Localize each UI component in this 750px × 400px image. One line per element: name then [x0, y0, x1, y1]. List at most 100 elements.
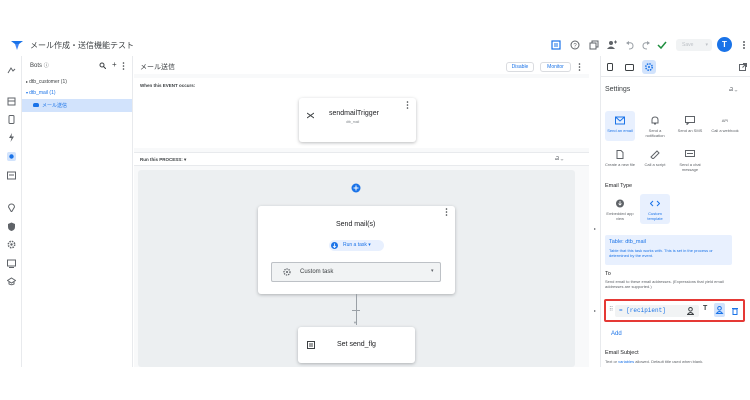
panel-collapse-icon[interactable]: ▸ [594, 226, 596, 231]
action-send-email[interactable]: Send an email [605, 111, 635, 141]
person-icon[interactable] [687, 307, 694, 315]
table-label: Table: dtb_mail [609, 239, 646, 245]
text-type-icon[interactable]: T [703, 305, 707, 312]
event-more-icon[interactable] [406, 101, 409, 109]
bot-icon [33, 103, 39, 107]
variables-link[interactable]: variables [618, 359, 634, 364]
email-type-embedded[interactable]: Embedded app view [605, 194, 635, 224]
action-send-notification[interactable]: Send a notification [640, 111, 670, 141]
views-icon[interactable] [7, 115, 16, 124]
appsheet-logo-icon[interactable] [11, 40, 23, 51]
copy-icon[interactable] [589, 40, 599, 50]
action-label: Send a chat message [679, 162, 701, 172]
location-icon[interactable] [7, 203, 16, 212]
tree-item-label: dtb_customer (1) [29, 79, 67, 85]
action-call-webhook[interactable]: API Call a webhook [710, 111, 740, 141]
email-type-option-label: Custom template [647, 211, 663, 221]
connector-arrow-icon: ▼ [353, 320, 357, 325]
info-icon[interactable]: ⓘ [44, 63, 49, 69]
more-vert-icon[interactable] [739, 40, 749, 50]
security-icon[interactable] [7, 222, 16, 231]
bots-title: Bots ⓘ [30, 62, 49, 69]
automation-icon[interactable] [7, 152, 16, 161]
open-external-icon[interactable] [739, 63, 747, 71]
select-chevron-icon: ▾ [431, 268, 434, 274]
process-language-icon[interactable]: Ꮚ ⌄ [555, 156, 563, 162]
panel-divider [600, 76, 750, 77]
table-view-icon[interactable] [551, 40, 561, 50]
share-user-icon[interactable] [607, 40, 617, 50]
tree-item-dtb-customer[interactable]: ▸ dtb_customer (1) [26, 79, 67, 85]
intelligence-icon[interactable] [7, 171, 16, 180]
table-desc: Table that this task works with. This is… [609, 248, 713, 258]
save-dropdown-chevron-icon: ▾ [705, 42, 708, 48]
step-title: Send mail(s) [336, 221, 376, 228]
data-icon[interactable] [7, 97, 16, 106]
process-header[interactable]: Run this PROCESS: ▾ [140, 157, 186, 163]
phone-view-icon[interactable] [607, 63, 613, 71]
settings-gear-icon[interactable] [7, 240, 16, 249]
settings-language-icon[interactable]: Ꮚ ⌄ [729, 87, 737, 93]
page-title: メール送信 [140, 64, 175, 71]
center-more-icon[interactable] [578, 63, 581, 71]
action-label: Call a webhook [711, 128, 739, 133]
email-subject-label: Email Subject [605, 350, 639, 356]
disable-button[interactable]: Disable [506, 62, 534, 72]
set-row-icon [307, 341, 315, 349]
subject-desc-suffix: allowed. Default title used when blank. [635, 359, 704, 364]
drag-handle-icon[interactable]: ⠿ [609, 306, 613, 313]
trigger-name: sendmailTrigger [329, 110, 379, 117]
check-icon[interactable] [657, 40, 667, 50]
tree-item-dtb-mail[interactable]: ▾ dtb_mail (1) [26, 90, 56, 96]
action-call-script[interactable]: Call a script [640, 145, 670, 175]
add-recipient-button[interactable]: Add [606, 328, 630, 340]
task-type-label: Custom task [300, 269, 334, 275]
task-type-select[interactable]: Custom task [271, 262, 441, 282]
action-label: Create a new file [605, 162, 636, 167]
email-type-custom[interactable]: Custom template [640, 194, 670, 224]
subject-desc-prefix: Text or [605, 359, 618, 364]
tree-item-mail-bot[interactable]: メール送信 [33, 102, 67, 109]
bots-title-label: Bots [30, 63, 43, 69]
add-icon[interactable]: + [112, 60, 117, 69]
monitor-button[interactable]: Monitor [540, 62, 571, 72]
action-label: Send an email [607, 128, 633, 133]
action-label: Send an SMS [677, 128, 703, 133]
save-button-label: Save [682, 42, 694, 48]
avatar[interactable]: T [717, 37, 732, 52]
action-send-sms[interactable]: Send an SMS [675, 111, 705, 141]
panel-collapse-icon-2[interactable]: ▸ [594, 308, 596, 313]
help-icon[interactable]: ? [570, 40, 580, 50]
tablet-view-icon[interactable] [625, 64, 634, 71]
svg-text:API: API [722, 118, 728, 123]
bots-more-icon[interactable] [122, 62, 125, 70]
search-icon[interactable] [99, 62, 106, 69]
person-selected-icon[interactable] [714, 303, 725, 317]
connector-tick [352, 310, 360, 311]
email-type-label: Email Type [605, 183, 633, 189]
tree-item-label: dtb_mail (1) [29, 90, 56, 96]
trigger-shuffle-icon [307, 112, 314, 119]
undo-icon[interactable] [625, 40, 635, 50]
step-more-icon[interactable] [445, 208, 448, 216]
process-bar [134, 152, 589, 166]
action-label: Call a script [644, 162, 666, 167]
email-type-option-label: Embedded app view [606, 211, 634, 221]
action-label: Send a notification [645, 128, 665, 138]
redo-icon[interactable] [641, 40, 651, 50]
to-label: To [605, 271, 611, 277]
actions-icon[interactable] [7, 133, 16, 142]
action-send-chat[interactable]: Send a chat message [675, 145, 705, 175]
settings-title: Settings [605, 86, 631, 93]
add-step-icon[interactable] [351, 183, 361, 193]
manage-icon[interactable] [7, 259, 16, 268]
settings-tab-icon[interactable] [642, 60, 656, 74]
delete-icon[interactable] [732, 307, 738, 315]
custom-task-gear-icon [283, 268, 291, 276]
action-create-file[interactable]: Create a new file [605, 145, 635, 175]
learn-icon[interactable] [7, 277, 16, 286]
save-button[interactable]: Save ▾ [676, 39, 712, 51]
process-header-label: Run this PROCESS: [140, 157, 183, 162]
app-root: メール作成・送信機能テスト ? Save ▾ T Bots ⓘ + ▸ dtb_c… [0, 0, 750, 400]
app-switch-icon[interactable] [7, 66, 16, 75]
